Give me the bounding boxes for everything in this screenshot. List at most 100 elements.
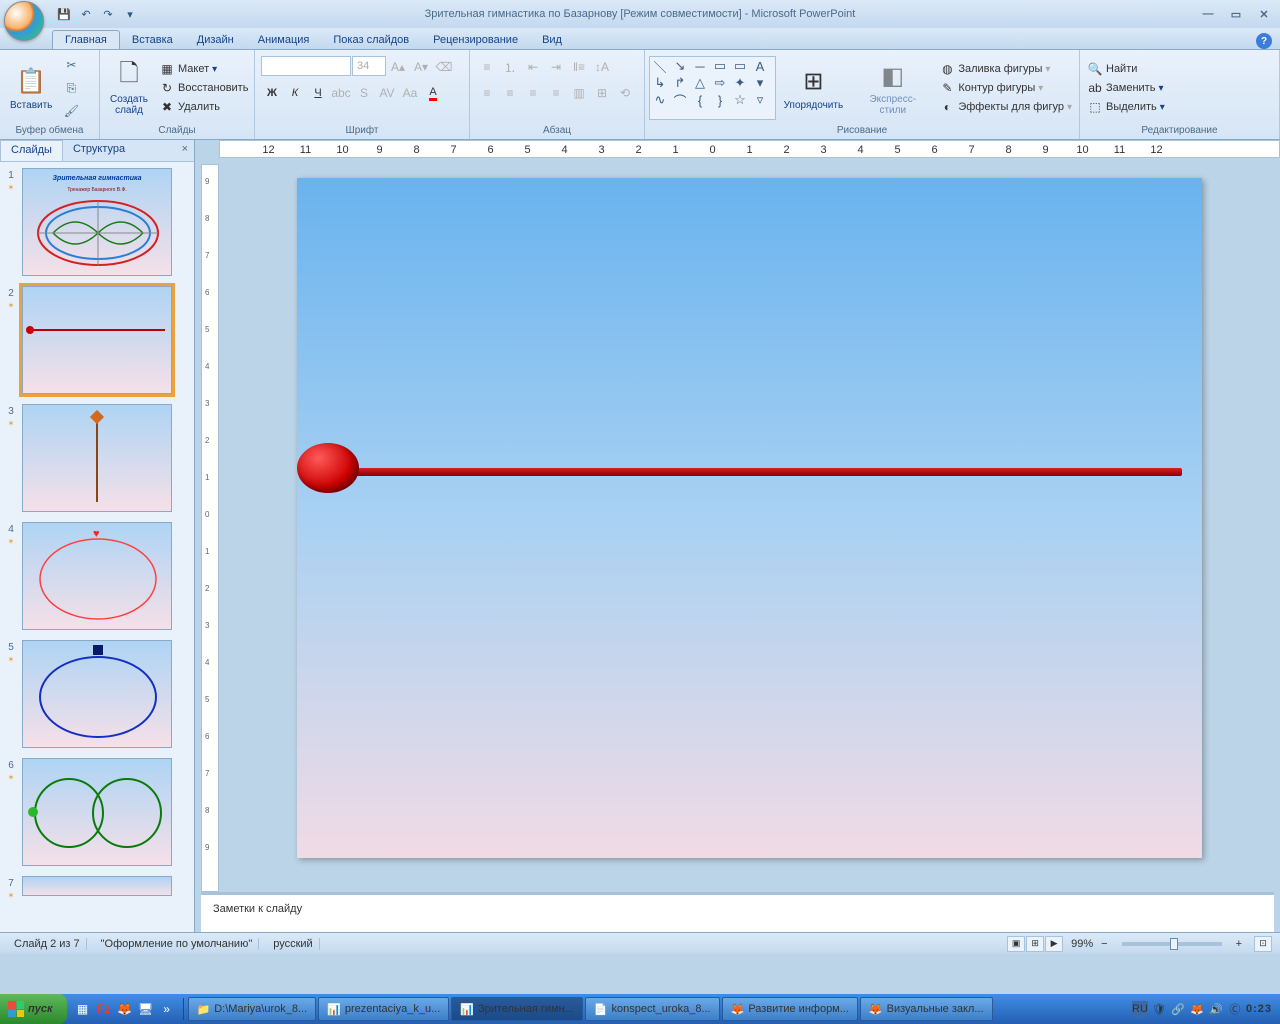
align-right-icon[interactable]: ≡ [522,82,544,104]
undo-icon[interactable]: ↶ [76,4,96,24]
shape-scroll-icon[interactable]: ▿ [752,93,768,107]
shape-arrow-icon[interactable]: ↘ [672,59,688,73]
format-painter-icon[interactable]: 🖌 [60,100,82,122]
help-icon[interactable]: ? [1256,33,1272,49]
thumb-1[interactable]: Зрительная гимнастика Тренажер Базарного… [22,168,172,276]
fit-window-icon[interactable]: ⊡ [1254,936,1272,952]
bold-icon[interactable]: Ж [261,82,283,104]
shape-rect2-icon[interactable]: ▭ [732,59,748,73]
tab-slideshow[interactable]: Показ слайдов [321,31,421,49]
copy-icon[interactable]: ⎘ [60,77,82,99]
cut-icon[interactable]: ✂ [60,54,82,76]
task-button[interactable]: 🦊Развитие информ... [722,997,858,1021]
thumb-7[interactable] [22,876,172,896]
ql-more-icon[interactable]: » [157,998,177,1020]
shapes-gallery[interactable]: ＼ ↘ ─ ▭ ▭ A ↳ ↱ △ ⇨ ✦ ▾ ∿ ⌒ {} ☆ ▿ [649,56,776,120]
normal-view-icon[interactable]: ▣ [1007,936,1025,952]
tray-av-icon[interactable]: Ⓒ [1227,1001,1243,1017]
columns-icon[interactable]: ▥ [568,82,590,104]
task-button[interactable]: 📊prezentaciya_k_u... [318,997,449,1021]
thumb-6[interactable] [22,758,172,866]
thumbnails-list[interactable]: 1✶ Зрительная гимнастика Тренажер Базарн… [0,162,194,932]
align-center-icon[interactable]: ≡ [499,82,521,104]
align-left-icon[interactable]: ≡ [476,82,498,104]
panel-tab-outline[interactable]: Структура [63,140,135,161]
close-button[interactable]: ✕ [1252,6,1276,22]
thumb-3[interactable] [22,404,172,512]
shape-rect-icon[interactable]: ▭ [712,59,728,73]
shape-line2-icon[interactable]: ─ [692,59,708,73]
zoom-in-icon[interactable]: + [1236,938,1242,950]
shape-arrow2-icon[interactable]: ⇨ [712,76,728,90]
text-direction-icon[interactable]: ↕A [591,56,613,78]
shape-tri-icon[interactable]: △ [692,76,708,90]
maximize-button[interactable]: ▭ [1224,6,1248,22]
font-size-combo[interactable]: 34 [352,56,386,76]
tab-view[interactable]: Вид [530,31,574,49]
panel-tab-slides[interactable]: Слайды [0,140,63,161]
tab-animation[interactable]: Анимация [246,31,322,49]
replace-button[interactable]: abЗаменить ▾ [1084,79,1168,97]
delete-button[interactable]: ✖Удалить [156,98,251,116]
ql-tc-icon[interactable]: ▦ [73,998,93,1020]
shape-brace2-icon[interactable]: } [712,93,728,107]
paste-button[interactable]: 📋 Вставить [4,55,58,121]
qat-more-icon[interactable]: ▾ [120,4,140,24]
zoom-level[interactable]: 99% [1071,938,1093,950]
tab-home[interactable]: Главная [52,30,120,49]
red-line-shape[interactable] [327,468,1182,476]
ql-firefox-icon[interactable]: 🦊 [115,998,135,1020]
slideshow-view-icon[interactable]: ▶ [1045,936,1063,952]
arrange-button[interactable]: ⊞ Упорядочить [778,55,850,121]
tray-shield-icon[interactable]: 🛡 [1151,1001,1167,1017]
zoom-out-icon[interactable]: − [1101,938,1107,950]
font-color-icon[interactable]: A [422,82,444,104]
panel-close-icon[interactable]: × [176,140,194,161]
status-lang[interactable]: русский [267,938,319,950]
case-icon[interactable]: Aa [399,82,421,104]
task-button[interactable]: 📁D:\Mariya\urok_8... [188,997,317,1021]
line-spacing-icon[interactable]: ‖≡ [568,56,590,78]
shape-fill-button[interactable]: ◍Заливка фигуры ▾ [936,60,1075,78]
red-ball-shape[interactable] [297,443,359,493]
ql-fz-icon[interactable]: Fz [94,998,114,1020]
task-button[interactable]: 🦊Визуальные закл... [860,997,993,1021]
task-button[interactable]: 📄konspect_uroka_8... [585,997,720,1021]
clock[interactable]: 0:23 [1246,1003,1272,1015]
bullets-icon[interactable]: ≡ [476,56,498,78]
layout-button[interactable]: ▦Макет ▾ [156,60,251,78]
shape-conn2-icon[interactable]: ↱ [672,76,688,90]
tab-insert[interactable]: Вставка [120,31,185,49]
shape-line-icon[interactable]: ＼ [652,59,668,73]
thumb-4[interactable]: ♥ [22,522,172,630]
thumb-2[interactable] [22,286,172,394]
shape-outline-button[interactable]: ✎Контур фигуры ▾ [936,79,1075,97]
tab-design[interactable]: Дизайн [185,31,246,49]
zoom-slider[interactable] [1122,942,1222,946]
shape-arc-icon[interactable]: ⌒ [672,93,688,107]
numbering-icon[interactable]: ⒈ [499,56,521,78]
shape-star-icon[interactable]: ✦ [732,76,748,90]
shape-callout-icon[interactable]: ☆ [732,93,748,107]
office-button[interactable] [4,1,44,41]
shape-text-icon[interactable]: A [752,59,768,73]
shape-brace-icon[interactable]: { [692,93,708,107]
task-button[interactable]: 📊Зрительная гимн... [451,997,583,1021]
clear-format-icon[interactable]: ⌫ [433,56,455,78]
align-text-icon[interactable]: ⊞ [591,82,613,104]
shape-effects-button[interactable]: ◐Эффекты для фигур ▾ [936,98,1075,116]
indent-inc-icon[interactable]: ⇥ [545,56,567,78]
tray-vol-icon[interactable]: 🔊 [1208,1001,1224,1017]
slide-canvas[interactable] [297,178,1202,858]
strike-icon[interactable]: abc [330,82,352,104]
shadow-icon[interactable]: S [353,82,375,104]
notes-pane[interactable]: Заметки к слайду [201,892,1274,932]
save-icon[interactable]: 💾 [54,4,74,24]
shape-curve-icon[interactable]: ∿ [652,93,668,107]
shape-more-icon[interactable]: ▾ [752,76,768,90]
italic-icon[interactable]: К [284,82,306,104]
shape-conn-icon[interactable]: ↳ [652,76,668,90]
start-button[interactable]: пуск [0,994,67,1024]
indent-dec-icon[interactable]: ⇤ [522,56,544,78]
grow-font-icon[interactable]: A▴ [387,56,409,78]
